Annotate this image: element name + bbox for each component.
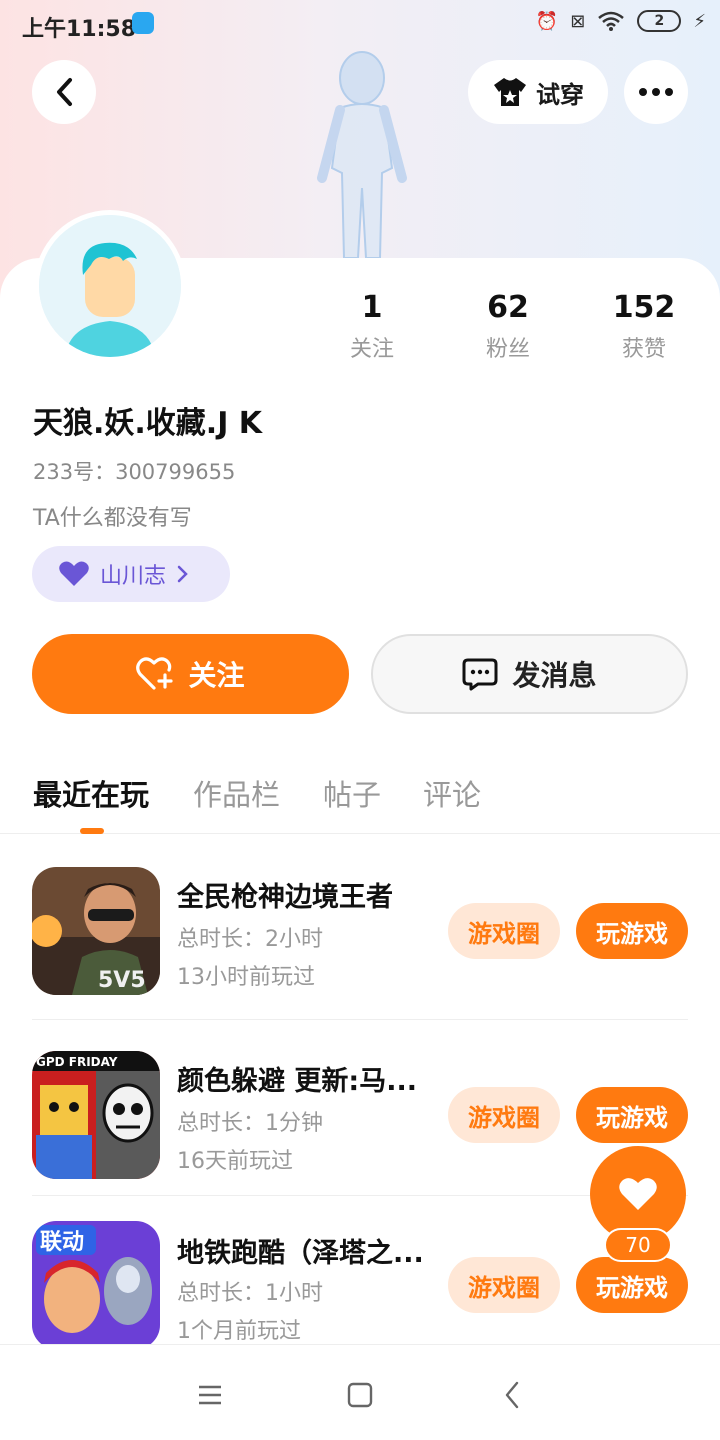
- game-duration: 总时长：2小时: [177, 927, 323, 952]
- like-count-badge: 70: [604, 1228, 672, 1262]
- tab-works[interactable]: 作品栏: [193, 772, 280, 814]
- game-icon[interactable]: 联动: [32, 1221, 160, 1349]
- divider: [32, 1019, 688, 1020]
- tab-posts[interactable]: 帖子: [323, 772, 381, 814]
- status-icons: ⏰ ⊠ 2 ⚡: [536, 10, 706, 32]
- more-button[interactable]: [624, 60, 688, 124]
- follow-label: 关注: [188, 659, 245, 692]
- stat-following-value: 1: [361, 290, 383, 325]
- game-name: 颜色躲避 更新:马...: [177, 1066, 417, 1097]
- default-avatar-icon: [39, 215, 181, 357]
- stat-following-label: 关注: [349, 337, 394, 362]
- home-icon[interactable]: [340, 1375, 380, 1415]
- stat-likes-value: 152: [612, 290, 676, 325]
- stat-following[interactable]: 1 关注: [312, 290, 432, 363]
- send-message-label: 发消息: [512, 659, 597, 692]
- game-circle-button[interactable]: 游戏圈: [448, 903, 560, 959]
- game-circle-button[interactable]: 游戏圈: [448, 1087, 560, 1143]
- profile-tabs: 最近在玩 作品栏 帖子 评论: [0, 760, 720, 834]
- game-icon-text: GPD FRIDAY: [36, 1055, 118, 1069]
- battery-icon: 2: [637, 10, 682, 32]
- tab-recently-played[interactable]: 最近在玩: [33, 772, 149, 814]
- follow-button[interactable]: 关注: [32, 634, 349, 714]
- game-icon[interactable]: GPD FRIDAY: [32, 1051, 160, 1179]
- game-name: 全民枪神边境王者: [177, 882, 393, 913]
- wifi-icon: [598, 11, 625, 31]
- back-nav-icon[interactable]: [492, 1375, 532, 1415]
- game-list-item[interactable]: 5V5 全民枪神边境王者 总时长：2小时 13小时前玩过 游戏圈 玩游戏: [32, 835, 720, 1011]
- username: 天狼.妖.收藏.J K: [33, 406, 263, 441]
- status-bar: 上午11:58 ⏰ ⊠ 2 ⚡: [0, 0, 720, 50]
- tshirt-icon: [494, 78, 526, 106]
- game-duration: 总时长：1小时: [177, 1281, 323, 1306]
- back-button[interactable]: [32, 60, 96, 124]
- play-game-button[interactable]: 玩游戏: [576, 1087, 688, 1143]
- play-game-button[interactable]: 玩游戏: [576, 903, 688, 959]
- game-icon-text: 5V5: [98, 968, 146, 993]
- game-duration: 总时长：1分钟: [177, 1111, 323, 1136]
- try-on-button[interactable]: 试穿: [468, 60, 608, 124]
- avatar[interactable]: [34, 210, 186, 362]
- system-nav-bar: [0, 1344, 720, 1440]
- heart-plus-icon: [136, 657, 174, 690]
- play-game-button[interactable]: 玩游戏: [576, 1257, 688, 1313]
- heart-icon: [619, 1178, 657, 1210]
- chevron-left-icon: [57, 78, 72, 106]
- game-icon[interactable]: 5V5: [32, 867, 160, 995]
- alarm-icon: ⏰: [535, 10, 559, 32]
- tab-comments[interactable]: 评论: [423, 772, 481, 814]
- status-time: 上午11:58: [22, 17, 137, 42]
- menu-icon[interactable]: [190, 1375, 230, 1415]
- chat-bubble-icon: [462, 658, 498, 691]
- more-dots-icon: [639, 88, 673, 96]
- charging-icon: ⚡: [693, 10, 706, 32]
- stat-fans[interactable]: 62 粉丝: [448, 290, 568, 363]
- stat-fans-value: 62: [487, 290, 529, 325]
- game-name: 地铁跑酷（泽塔之...: [177, 1238, 424, 1269]
- game-last-played: 13小时前玩过: [177, 965, 315, 990]
- journal-label: 山川志: [100, 564, 167, 589]
- avatar-3d-figure: [317, 51, 407, 259]
- try-on-label: 试穿: [536, 80, 584, 109]
- game-circle-button[interactable]: 游戏圈: [448, 1257, 560, 1313]
- user-bio: TA什么都没有写: [33, 506, 192, 531]
- heart-icon: [59, 561, 89, 586]
- user-id: 233号：300799655: [33, 460, 236, 484]
- stat-fans-label: 粉丝: [485, 337, 530, 362]
- active-tab-indicator: [80, 828, 104, 834]
- stat-likes[interactable]: 152 获赞: [584, 290, 704, 363]
- stat-likes-label: 获赞: [621, 337, 666, 362]
- send-message-button[interactable]: 发消息: [371, 634, 688, 714]
- game-last-played: 1个月前玩过: [177, 1319, 301, 1344]
- game-last-played: 16天前玩过: [177, 1149, 293, 1174]
- journal-button[interactable]: 山川志: [32, 546, 230, 602]
- chevron-right-icon: [177, 565, 188, 583]
- sim-off-icon: ⊠: [570, 10, 586, 32]
- app-notification-icon: [132, 12, 154, 34]
- profile-screen: 上午11:58 ⏰ ⊠ 2 ⚡ 试穿 1 关注 62 粉丝 152 获赞 天狼.…: [0, 0, 720, 1440]
- game-icon-text: 联动: [40, 1230, 84, 1255]
